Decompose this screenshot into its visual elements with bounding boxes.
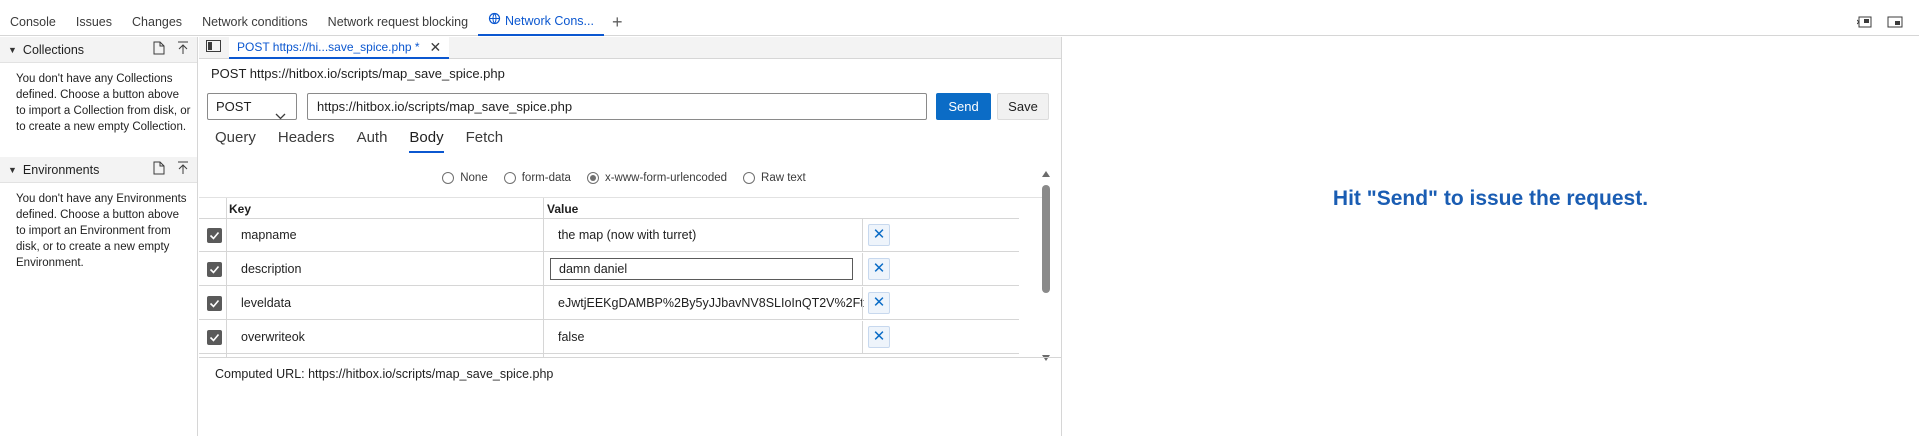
scroll-thumb[interactable] xyxy=(1042,185,1050,293)
undock-icon[interactable] xyxy=(1887,16,1903,28)
value-column-header: Value xyxy=(547,202,579,216)
radio-urlencoded[interactable]: x-www-form-urlencoded xyxy=(586,172,728,184)
collections-empty-message: You don't have any Collections defined. … xyxy=(16,73,191,133)
table-scrollbar[interactable] xyxy=(1041,167,1051,363)
collections-header[interactable]: ▼ Collections xyxy=(0,37,197,63)
scroll-up-arrow-icon[interactable] xyxy=(1042,171,1050,177)
new-file-icon[interactable] xyxy=(153,41,165,58)
radio-label: None xyxy=(460,172,488,184)
request-tab[interactable]: POST https://hi...save_spice.php * ✕ xyxy=(229,37,450,59)
tab-network-console-label: Network Cons... xyxy=(505,13,594,28)
table-header: Key Value xyxy=(199,198,1019,357)
radio-circle[interactable] xyxy=(586,172,599,184)
tab-issues[interactable]: Issues xyxy=(66,8,122,36)
row-checkbox[interactable] xyxy=(207,296,222,311)
row-checkbox[interactable] xyxy=(207,262,222,277)
table-row: overwriteok false ✕ xyxy=(199,321,1019,354)
dock-side-icon[interactable] xyxy=(1857,16,1873,28)
row-checkbox[interactable] xyxy=(207,330,222,345)
radio-label: x-www-form-urlencoded xyxy=(604,172,728,184)
request-title: POST https://hitbox.io/scripts/map_save_… xyxy=(211,66,505,81)
param-key[interactable]: description xyxy=(241,262,301,276)
param-value[interactable]: eJwtjEEKgDAMBP%2By5yJJbavNV8SLIoInQT2V%2… xyxy=(558,296,864,310)
table-row: leveldata eJwtjEEKgDAMBP%2By5yJJbavNV8SL… xyxy=(199,287,1019,320)
request-panel: POST https://hi...save_spice.php * ✕ POS… xyxy=(199,37,1061,436)
radio-circle[interactable] xyxy=(442,172,455,184)
tab-network-request-blocking[interactable]: Network request blocking xyxy=(318,8,478,36)
add-tab-button[interactable]: + xyxy=(604,8,631,36)
body-type-radios: None form-data x-www-form-urlencoded Raw… xyxy=(199,172,1049,184)
radio-circle[interactable] xyxy=(743,172,756,184)
environments-header[interactable]: ▼ Environments xyxy=(0,157,197,183)
radio-none[interactable]: None xyxy=(442,172,488,184)
url-row: POST https://hitbox.io/scripts/map_save_… xyxy=(207,93,1057,121)
close-icon[interactable]: ✕ xyxy=(430,39,442,56)
tab-console[interactable]: Console xyxy=(0,8,66,36)
send-button[interactable]: Send xyxy=(936,93,991,120)
tab-query[interactable]: Query xyxy=(215,127,256,153)
param-value[interactable]: the map (now with turret) xyxy=(558,228,864,242)
param-key[interactable]: overwriteok xyxy=(241,330,305,344)
method-select[interactable]: POST xyxy=(207,93,297,120)
delete-row-button[interactable]: ✕ xyxy=(868,326,890,348)
tab-body[interactable]: Body xyxy=(409,127,444,153)
network-console-icon xyxy=(488,7,501,35)
collections-sidebar: ▼ Collections You don't have any Collect… xyxy=(0,37,198,436)
toggle-sidebar-icon[interactable] xyxy=(206,40,221,55)
radio-circle[interactable] xyxy=(503,172,516,184)
tab-fetch[interactable]: Fetch xyxy=(466,127,504,153)
new-file-icon[interactable] xyxy=(153,161,165,178)
body-params-table: Key Value mapname the map (now with turr… xyxy=(199,197,1049,357)
key-column-header: Key xyxy=(229,202,252,216)
delete-row-button[interactable]: ✕ xyxy=(868,258,890,280)
row-delete-cell: ✕ xyxy=(862,253,893,286)
tab-auth[interactable]: Auth xyxy=(357,127,388,153)
import-icon[interactable] xyxy=(177,161,189,178)
response-placeholder-message: Hit "Send" to issue the request. xyxy=(1332,187,1649,210)
radio-raw-text[interactable]: Raw text xyxy=(743,172,806,184)
radio-label: form-data xyxy=(521,172,571,184)
table-row: mapname the map (now with turret) ✕ xyxy=(199,219,1019,252)
row-delete-cell: ✕ xyxy=(862,219,893,252)
delete-row-button[interactable]: ✕ xyxy=(868,224,890,246)
request-tab-label: POST https://hi...save_spice.php * xyxy=(237,40,420,54)
request-tab-bar: POST https://hi...save_spice.php * ✕ xyxy=(199,37,1061,59)
tab-network-conditions[interactable]: Network conditions xyxy=(192,8,318,36)
param-key[interactable]: leveldata xyxy=(241,296,291,310)
param-value-input[interactable]: damn daniel xyxy=(550,258,853,280)
radio-label: Raw text xyxy=(761,172,806,184)
url-input[interactable]: https://hitbox.io/scripts/map_save_spice… xyxy=(307,93,927,120)
collapse-triangle-icon[interactable]: ▼ xyxy=(8,45,17,55)
delete-row-button[interactable]: ✕ xyxy=(868,292,890,314)
tab-headers[interactable]: Headers xyxy=(278,127,335,153)
tab-changes[interactable]: Changes xyxy=(122,8,192,36)
request-subtabs: Query Headers Auth Body Fetch xyxy=(215,127,503,153)
radio-form-data[interactable]: form-data xyxy=(503,172,571,184)
chevron-down-icon xyxy=(275,103,286,128)
row-delete-cell: ✕ xyxy=(862,321,893,354)
tab-network-console[interactable]: Network Cons... xyxy=(478,8,604,36)
table-row: description damn daniel ✕ xyxy=(199,253,1019,286)
collections-title: Collections xyxy=(22,42,85,57)
response-panel: Hit "Send" to issue the request. xyxy=(1061,37,1919,436)
param-value[interactable]: false xyxy=(558,330,864,344)
method-value: POST xyxy=(216,99,252,114)
devtools-tab-bar: Console Issues Changes Network condition… xyxy=(0,8,1919,36)
param-key[interactable]: mapname xyxy=(241,228,297,242)
computed-url: Computed URL: https://hitbox.io/scripts/… xyxy=(199,357,1061,436)
row-delete-cell: ✕ xyxy=(862,287,893,320)
environments-empty-message: You don't have any Environments defined.… xyxy=(16,193,187,269)
save-button[interactable]: Save xyxy=(997,93,1049,120)
environments-title: Environments xyxy=(22,162,100,177)
row-checkbox[interactable] xyxy=(207,228,222,243)
collapse-triangle-icon[interactable]: ▼ xyxy=(8,165,17,175)
import-icon[interactable] xyxy=(177,41,189,58)
